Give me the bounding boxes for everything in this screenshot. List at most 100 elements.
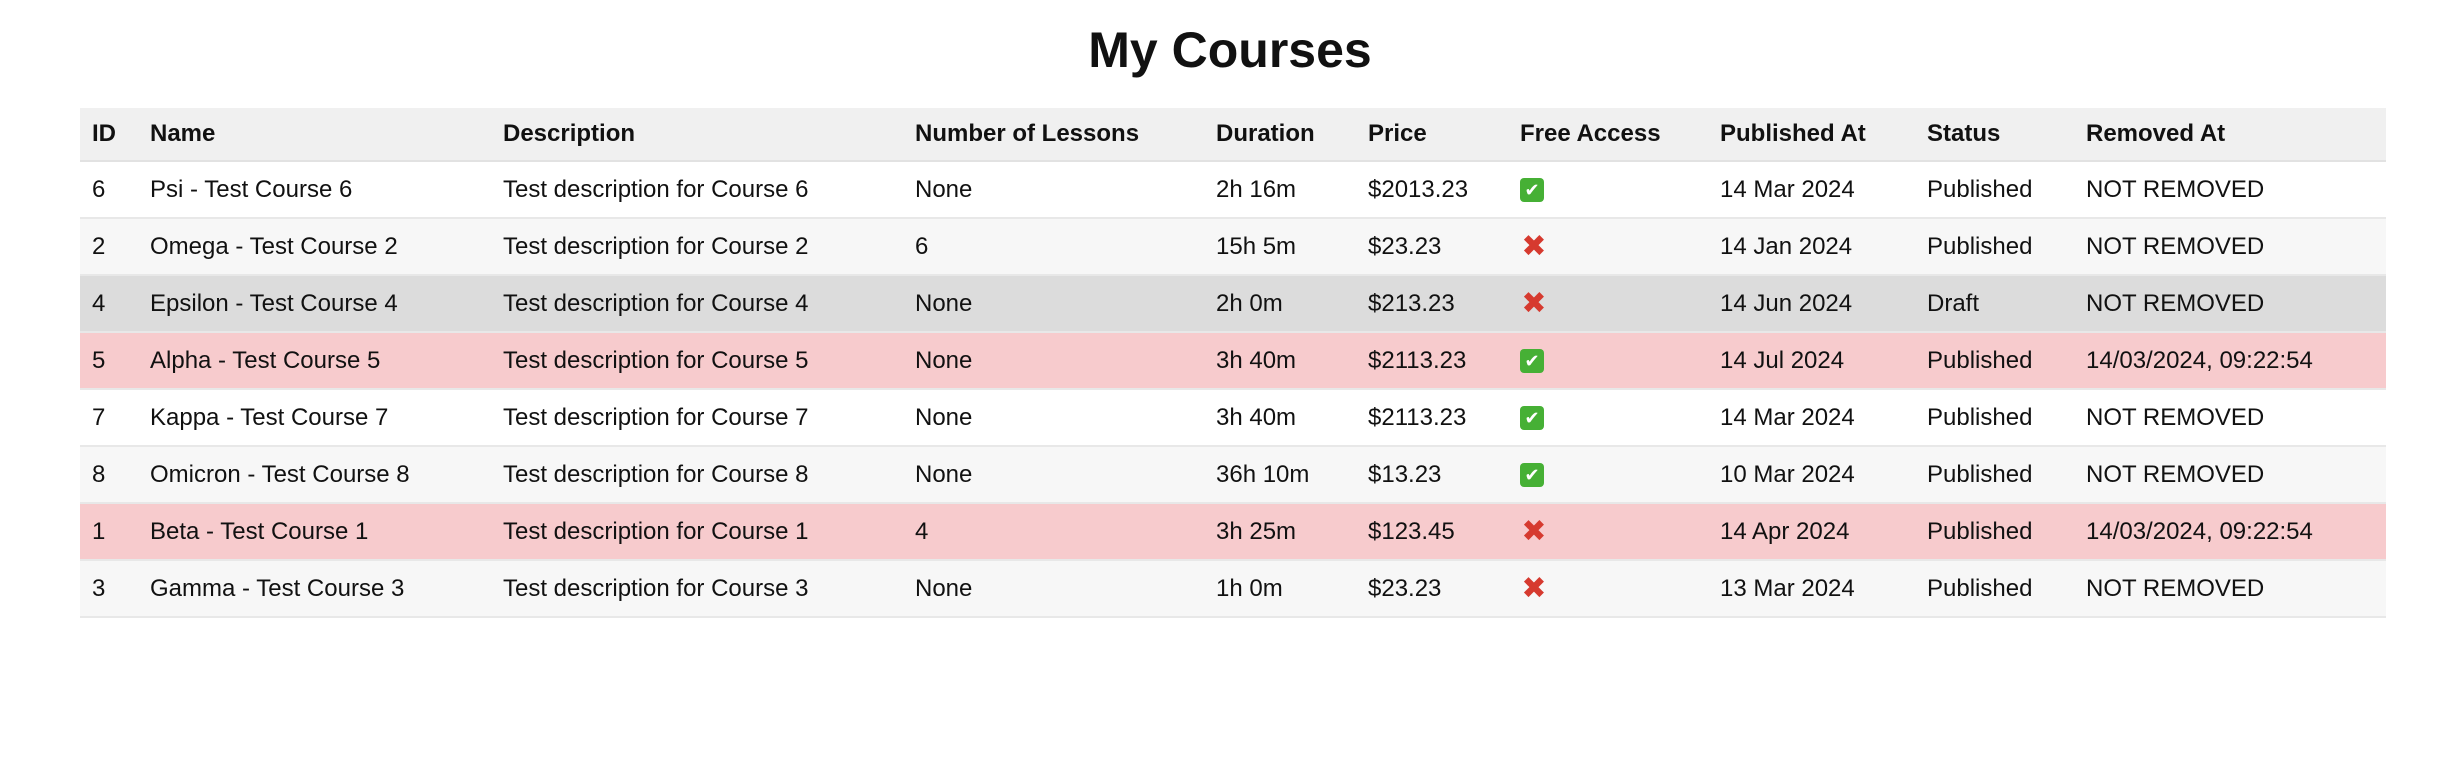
table-row: 3 Gamma - Test Course 3 Test description f… (80, 560, 2386, 618)
cell-published-at: 13 Mar 2024 (1708, 560, 1915, 618)
cell-removed-at: NOT REMOVED (2074, 446, 2386, 504)
cell-price: $13.23 (1356, 446, 1508, 504)
cell-removed-at: 14/03/2024, 09:22:54 (2074, 503, 2386, 561)
column-header-duration: Duration (1204, 108, 1356, 162)
cell-id: 6 (80, 161, 138, 219)
cell-description: Test description for Course 8 (491, 446, 903, 504)
cell-published-at: 14 Mar 2024 (1708, 161, 1915, 219)
cell-published-at: 14 Jan 2024 (1708, 218, 1915, 276)
cell-published-at: 10 Mar 2024 (1708, 446, 1915, 504)
cell-removed-at: NOT REMOVED (2074, 389, 2386, 447)
cell-name: Beta - Test Course 1 (138, 503, 491, 561)
cell-description: Test description for Course 2 (491, 218, 903, 276)
column-header-status: Status (1915, 108, 2074, 162)
cell-number-of-lessons: None (903, 332, 1204, 390)
check-icon: ✔ (1520, 178, 1544, 203)
table-row: 6 Psi - Test Course 6 Test description for… (80, 161, 2386, 219)
cell-status: Draft (1915, 275, 2074, 333)
cell-name: Gamma - Test Course 3 (138, 560, 491, 618)
cell-removed-at: 14/03/2024, 09:22:54 (2074, 332, 2386, 390)
cell-status: Published (1915, 218, 2074, 276)
column-header-number-of-lessons: Number of Lessons (903, 108, 1204, 162)
cell-duration: 15h 5m (1204, 218, 1356, 276)
cell-number-of-lessons: None (903, 275, 1204, 333)
cell-published-at: 14 Jun 2024 (1708, 275, 1915, 333)
table-row: 1 Beta - Test Course 1 Test description fo… (80, 503, 2386, 561)
cell-removed-at: NOT REMOVED (2074, 218, 2386, 276)
column-header-published-at: Published At (1708, 108, 1915, 162)
cell-price: $213.23 (1356, 275, 1508, 333)
cell-free-access: ✖ (1508, 275, 1708, 333)
cell-published-at: 14 Apr 2024 (1708, 503, 1915, 561)
cell-number-of-lessons: None (903, 161, 1204, 219)
courses-table: ID Name Description Number of Lessons Du… (80, 108, 2386, 618)
cell-free-access: ✖ (1508, 560, 1708, 618)
cell-name: Kappa - Test Course 7 (138, 389, 491, 447)
cell-status: Published (1915, 161, 2074, 219)
cell-name: Omicron - Test Course 8 (138, 446, 491, 504)
cell-duration: 1h 0m (1204, 560, 1356, 618)
table-row: 5 Alpha - Test Course 5 Test description f… (80, 332, 2386, 390)
cell-name: Omega - Test Course 2 (138, 218, 491, 276)
cell-duration: 2h 16m (1204, 161, 1356, 219)
table-row: 7 Kappa - Test Course 7 Test description f… (80, 389, 2386, 447)
column-header-price: Price (1356, 108, 1508, 162)
table-row: 8 Omicron - Test Course 8 Test description… (80, 446, 2386, 504)
cell-id: 4 (80, 275, 138, 333)
cell-description: Test description for Course 3 (491, 560, 903, 618)
cell-price: $2113.23 (1356, 389, 1508, 447)
cell-removed-at: NOT REMOVED (2074, 161, 2386, 219)
cell-description: Test description for Course 7 (491, 389, 903, 447)
cell-published-at: 14 Jul 2024 (1708, 332, 1915, 390)
table-header-row: ID Name Description Number of Lessons Du… (80, 108, 2386, 162)
column-header-name: Name (138, 108, 491, 162)
table-header: ID Name Description Number of Lessons Du… (80, 108, 2386, 162)
check-icon: ✔ (1520, 463, 1544, 488)
cell-status: Published (1915, 503, 2074, 561)
cell-description: Test description for Course 1 (491, 503, 903, 561)
cell-duration: 2h 0m (1204, 275, 1356, 333)
column-header-free-access: Free Access (1508, 108, 1708, 162)
cross-icon: ✖ (1521, 515, 1547, 549)
cell-price: $123.45 (1356, 503, 1508, 561)
cell-status: Published (1915, 560, 2074, 618)
cell-duration: 3h 40m (1204, 389, 1356, 447)
cell-description: Test description for Course 6 (491, 161, 903, 219)
page-title: My Courses (1088, 22, 1372, 78)
cell-id: 7 (80, 389, 138, 447)
cell-number-of-lessons: None (903, 389, 1204, 447)
table-row: 4 Epsilon - Test Course 4 Test description… (80, 275, 2386, 333)
cell-number-of-lessons: 6 (903, 218, 1204, 276)
cell-id: 2 (80, 218, 138, 276)
cell-duration: 36h 10m (1204, 446, 1356, 504)
cell-id: 8 (80, 446, 138, 504)
check-icon: ✔ (1520, 349, 1544, 374)
cell-price: $2113.23 (1356, 332, 1508, 390)
cell-id: 1 (80, 503, 138, 561)
cell-id: 5 (80, 332, 138, 390)
check-icon: ✔ (1520, 406, 1544, 431)
cross-icon: ✖ (1521, 230, 1547, 264)
cell-name: Epsilon - Test Course 4 (138, 275, 491, 333)
column-header-id: ID (80, 108, 138, 162)
cross-icon: ✖ (1521, 572, 1547, 606)
cell-free-access: ✔ (1508, 161, 1708, 219)
cell-price: $23.23 (1356, 560, 1508, 618)
cell-price: $23.23 (1356, 218, 1508, 276)
cell-name: Alpha - Test Course 5 (138, 332, 491, 390)
cell-free-access: ✔ (1508, 389, 1708, 447)
cell-free-access: ✖ (1508, 503, 1708, 561)
cell-price: $2013.23 (1356, 161, 1508, 219)
cell-status: Published (1915, 389, 2074, 447)
cell-free-access: ✖ (1508, 218, 1708, 276)
cell-number-of-lessons: None (903, 560, 1204, 618)
column-header-description: Description (491, 108, 903, 162)
cell-number-of-lessons: None (903, 446, 1204, 504)
cell-name: Psi - Test Course 6 (138, 161, 491, 219)
cell-number-of-lessons: 4 (903, 503, 1204, 561)
cell-status: Published (1915, 446, 2074, 504)
cell-removed-at: NOT REMOVED (2074, 560, 2386, 618)
cell-duration: 3h 40m (1204, 332, 1356, 390)
cell-published-at: 14 Mar 2024 (1708, 389, 1915, 447)
cell-removed-at: NOT REMOVED (2074, 275, 2386, 333)
